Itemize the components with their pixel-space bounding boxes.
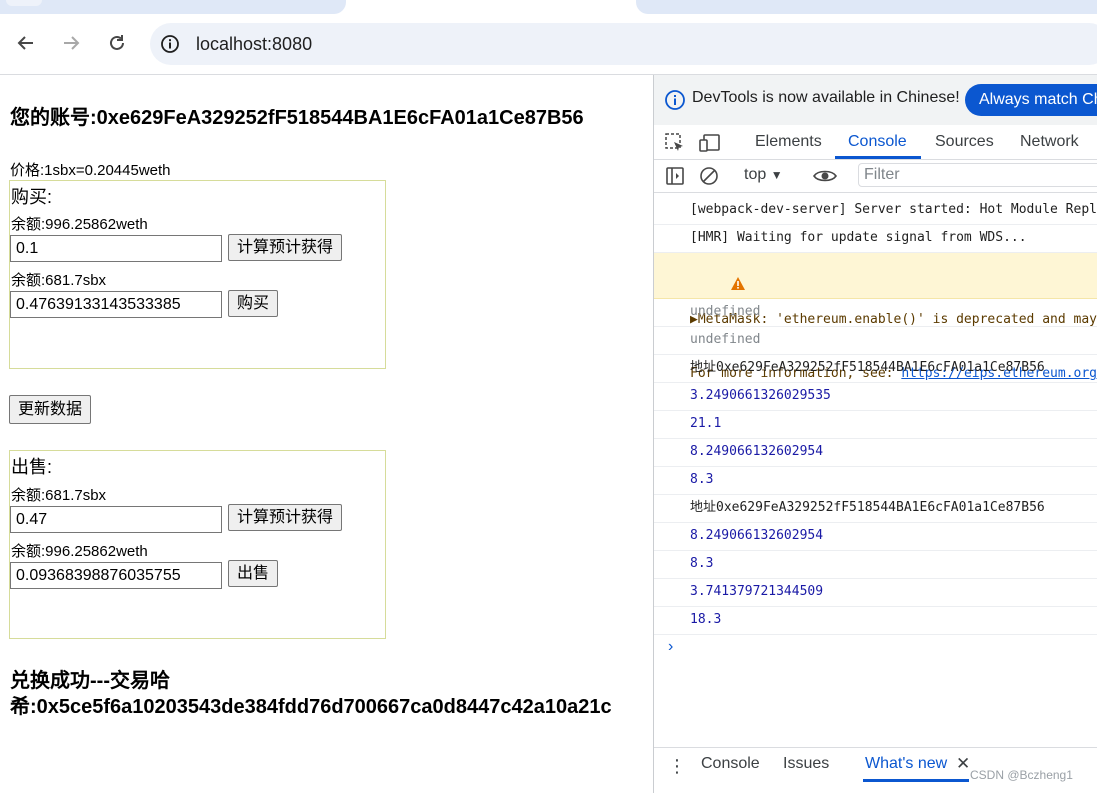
buy-button[interactable]: 购买 (228, 290, 279, 317)
clear-console-icon[interactable] (699, 166, 719, 191)
drawer-tab-issues[interactable]: Issues (783, 755, 829, 773)
browser-tab-inactive[interactable] (636, 0, 1097, 14)
drawer-tab-whats-new[interactable]: What's new (865, 755, 947, 773)
banner-text: DevTools is now available in Chinese! (692, 89, 960, 106)
buy-calc-button[interactable]: 计算预计获得 (228, 234, 343, 261)
console-warning: ▶MetaMask: 'ethereum.enable()' is deprec… (654, 253, 1097, 381)
drawer-tab-console[interactable]: Console (701, 755, 760, 773)
buy-panel: 购买: 余额:996.25862weth 计算预计获得 余额:681.7sbx … (9, 180, 386, 369)
browser-tab[interactable] (0, 0, 346, 14)
console-log-line: 地址0xe629FeA329252fF518544BA1E6cFA01a1Ce8… (654, 495, 1097, 523)
sell-button[interactable]: 出售 (228, 560, 279, 587)
device-toolbar-icon[interactable] (699, 132, 723, 159)
console-log-line: undefined (654, 299, 1097, 327)
tab-pip (6, 0, 42, 6)
tx-result-line2: 希:0x5ce5f6a10203543de384fdd76d700667ca0d… (10, 696, 612, 718)
watermark: CSDN @Bczheng1 (970, 768, 1073, 782)
devtools-panel: DevTools is now available in Chinese! Al… (653, 75, 1097, 793)
drawer-active-indicator (863, 779, 969, 782)
devtools-tabbar: Elements Console Sources Network (654, 125, 1097, 160)
site-info-icon[interactable] (160, 34, 180, 54)
browser-toolbar: localhost:8080 (0, 14, 1097, 75)
sell-amount-input[interactable] (10, 506, 222, 533)
console-log-line: 地址0xe629FeA329252fF518544BA1E6cFA01a1Ce8… (654, 355, 1097, 383)
console-log-line: 18.3 (654, 607, 1097, 635)
console-log-line: 8.249066132602954 (654, 439, 1097, 467)
console-prompt[interactable]: › (654, 635, 1097, 663)
page-content: 您的账号:0xe629FeA329252fF518544BA1E6cFA01a1… (0, 75, 653, 793)
tab-sources[interactable]: Sources (935, 133, 994, 151)
chevron-down-icon: ▼ (770, 168, 783, 182)
always-match-button[interactable]: Always match Chrome's language (965, 84, 1097, 116)
tab-network[interactable]: Network (1020, 133, 1079, 151)
console-log-line: 8.249066132602954 (654, 523, 1097, 551)
info-icon (664, 89, 686, 116)
console-log-line: 21.1 (654, 411, 1097, 439)
context-select[interactable]: top ▼ (744, 166, 783, 184)
buy-estimate-input[interactable] (10, 291, 222, 318)
buy-title: 购买: (11, 187, 53, 207)
console-toolbar: top ▼ Filter (654, 160, 1097, 193)
sidebar-toggle-icon[interactable] (665, 166, 685, 191)
console-filter-input[interactable]: Filter (858, 163, 1097, 187)
console-log-line: 3.2490661326029535 (654, 383, 1097, 411)
tab-elements[interactable]: Elements (755, 133, 822, 151)
sell-title: 出售: (11, 457, 53, 477)
buy-amount-input[interactable] (10, 235, 222, 262)
live-expression-eye-icon[interactable] (812, 165, 838, 192)
url-text[interactable]: localhost:8080 (196, 33, 312, 55)
tx-result: 兑换成功---交易哈 希:0x5ce5f6a10203543de384fdd76… (10, 668, 612, 720)
console-log-line: 8.3 (654, 551, 1097, 579)
close-icon[interactable]: ✕ (956, 754, 970, 774)
language-banner: DevTools is now available in Chinese! Al… (654, 75, 1097, 125)
prompt-chevron-icon: › (668, 638, 674, 655)
context-value: top (744, 166, 767, 183)
console-log-line: [HMR] Waiting for update signal from WDS… (654, 225, 1097, 253)
console-output: [webpack-dev-server] Server started: Hot… (654, 197, 1097, 663)
more-menu-icon[interactable]: ⋮ (668, 757, 686, 775)
reload-icon[interactable] (105, 31, 129, 55)
sell-estimate-input[interactable] (10, 562, 222, 589)
tab-console[interactable]: Console (848, 133, 907, 151)
active-tab-indicator (835, 156, 921, 159)
console-log-line: undefined (654, 327, 1097, 355)
console-log-line: 3.741379721344509 (654, 579, 1097, 607)
refresh-data-button[interactable]: 更新数据 (9, 395, 92, 424)
console-log-line: 8.3 (654, 467, 1097, 495)
tx-result-line1: 兑换成功---交易哈 (10, 670, 170, 692)
tab-strip (0, 0, 1097, 14)
buy-balance-weth: 余额:996.25862weth (11, 216, 148, 233)
sell-calc-button[interactable]: 计算预计获得 (228, 504, 343, 531)
account-heading: 您的账号:0xe629FeA329252fF518544BA1E6cFA01a1… (10, 107, 584, 129)
forward-icon[interactable] (59, 31, 83, 55)
back-icon[interactable] (14, 31, 38, 55)
price-label: 价格:1sbx=0.20445weth (10, 162, 171, 179)
buy-balance-sbx: 余额:681.7sbx (11, 272, 107, 289)
sell-panel: 出售: 余额:681.7sbx 计算预计获得 余额:996.25862weth … (9, 450, 386, 639)
console-log-line: [webpack-dev-server] Server started: Hot… (654, 197, 1097, 225)
sell-balance-sbx: 余额:681.7sbx (11, 487, 107, 504)
address-bar[interactable]: localhost:8080 (150, 23, 1097, 65)
sell-balance-weth: 余额:996.25862weth (11, 543, 148, 560)
inspect-element-icon[interactable] (664, 132, 686, 159)
